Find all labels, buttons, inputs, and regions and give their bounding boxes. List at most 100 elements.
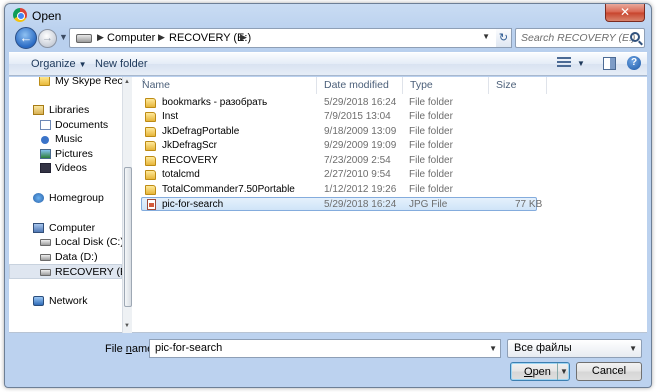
scroll-down-arrow[interactable]: ▼ xyxy=(124,323,130,329)
nav-label: Videos xyxy=(55,162,87,174)
nav-item-skype-received[interactable]: My Skype Receiv xyxy=(9,77,122,89)
folder-icon xyxy=(39,77,50,86)
nav-label: Pictures xyxy=(55,148,93,160)
forward-button[interactable]: → xyxy=(38,29,57,48)
organize-button[interactable]: Organize ▼ xyxy=(31,58,87,70)
navigation-bar: ← → ▼ ▶ Computer ▶ RECOVERY (E:) ▶ ▼ ↻ S… xyxy=(13,27,645,49)
column-header-date[interactable]: Date modified xyxy=(319,77,403,94)
chevron-down-icon[interactable]: ▼ xyxy=(629,344,637,353)
cancel-button[interactable]: Cancel xyxy=(576,362,642,381)
file-date: 2/27/2010 9:54 xyxy=(324,169,391,180)
filetype-select[interactable]: Все файлы ▼ xyxy=(507,339,642,358)
title-bar: Open ✕ xyxy=(5,4,651,26)
nav-label: RECOVERY (E:) xyxy=(55,266,122,278)
scroll-thumb[interactable] xyxy=(124,167,132,307)
nav-item-videos[interactable]: Videos xyxy=(9,161,122,176)
drive-icon xyxy=(76,34,92,43)
chrome-icon xyxy=(13,8,27,22)
search-box[interactable]: Search RECOVERY (E:) xyxy=(515,28,645,48)
new-folder-button[interactable]: New folder xyxy=(95,58,148,70)
chevron-right-icon[interactable]: ▶ xyxy=(97,32,104,43)
open-label: Open xyxy=(524,366,551,378)
file-row[interactable]: RECOVERY 7/23/2009 2:54 File folder xyxy=(141,154,537,168)
filename-input[interactable]: pic-for-search xyxy=(155,342,222,354)
folder-icon xyxy=(145,112,156,122)
column-label: Type xyxy=(410,79,433,91)
back-button[interactable]: ← xyxy=(15,27,37,49)
views-dropdown[interactable]: ▼ xyxy=(577,59,585,68)
nav-item-libraries[interactable]: Libraries xyxy=(9,103,122,118)
folder-icon xyxy=(145,98,156,108)
nav-label: Data (D:) xyxy=(55,251,98,263)
file-row[interactable]: JkDefragScr 9/29/2009 19:09 File folder xyxy=(141,139,537,153)
preview-pane-icon[interactable] xyxy=(603,57,616,70)
open-split-dropdown[interactable]: ▼ xyxy=(557,363,570,380)
column-header-size[interactable]: Size xyxy=(491,77,547,94)
breadcrumb-recovery[interactable]: RECOVERY (E:) xyxy=(169,32,251,44)
window-title: Open xyxy=(32,9,62,23)
file-type: JPG File xyxy=(409,199,448,210)
nav-label: Network xyxy=(49,295,88,307)
nav-item-recovery-e[interactable]: RECOVERY (E:) xyxy=(9,264,122,279)
folder-icon xyxy=(145,156,156,166)
file-name: JkDefragPortable xyxy=(162,126,240,137)
nav-label: Music xyxy=(55,133,83,145)
nav-scrollbar[interactable]: ▲ ▼ xyxy=(122,77,132,333)
views-icon[interactable] xyxy=(557,57,571,69)
search-icon[interactable] xyxy=(630,32,640,42)
file-date: 9/18/2009 13:09 xyxy=(324,126,397,137)
nav-item-local-disk-c[interactable]: Local Disk (C:) xyxy=(9,235,122,250)
pictures-icon xyxy=(40,149,51,159)
refresh-button[interactable]: ↻ xyxy=(496,28,512,48)
disk-icon xyxy=(40,254,51,261)
network-icon xyxy=(33,296,44,306)
file-row[interactable]: bookmarks - разобрать 5/29/2018 16:24 Fi… xyxy=(141,96,537,110)
homegroup-icon xyxy=(33,193,44,203)
filename-combobox[interactable]: pic-for-search ▼ xyxy=(149,339,501,358)
file-row[interactable]: totalcmd 2/27/2010 9:54 File folder xyxy=(141,168,537,182)
recent-pages-dropdown[interactable]: ▼ xyxy=(59,32,68,42)
file-row[interactable]: TotalCommander7.50Portable 1/12/2012 19:… xyxy=(141,183,537,197)
nav-item-network[interactable]: Network xyxy=(9,294,122,309)
breadcrumb-computer[interactable]: Computer xyxy=(107,32,155,44)
nav-item-computer[interactable]: Computer xyxy=(9,221,122,236)
open-button[interactable]: Open ▼ xyxy=(510,362,570,381)
column-header-name[interactable]: Name ^ xyxy=(137,77,317,94)
file-row[interactable]: Inst 7/9/2015 13:04 File folder xyxy=(141,110,537,124)
nav-item-music[interactable]: Music xyxy=(9,132,122,147)
address-bar[interactable]: ▶ Computer ▶ RECOVERY (E:) ▶ ▼ xyxy=(69,28,509,48)
chevron-right-icon[interactable]: ▶ xyxy=(240,32,247,43)
help-icon[interactable]: ? xyxy=(627,56,641,70)
nav-item-pictures[interactable]: Pictures xyxy=(9,147,122,162)
file-date: 7/9/2015 13:04 xyxy=(324,111,391,122)
file-date: 5/29/2018 16:24 xyxy=(324,199,397,210)
file-date: 5/29/2018 16:24 xyxy=(324,97,397,108)
file-type: File folder xyxy=(409,169,453,180)
open-label-text: pen xyxy=(532,366,551,378)
file-date: 9/29/2009 19:09 xyxy=(324,140,397,151)
folder-icon xyxy=(145,141,156,151)
documents-icon xyxy=(40,120,51,130)
file-date: 7/23/2009 2:54 xyxy=(324,155,391,166)
file-name: TotalCommander7.50Portable xyxy=(162,184,295,195)
close-button[interactable]: ✕ xyxy=(605,4,645,22)
chevron-right-icon[interactable]: ▶ xyxy=(158,32,165,43)
browser-area: My Skype Receiv Libraries Documents Musi… xyxy=(9,77,647,333)
nav-item-data-d[interactable]: Data (D:) xyxy=(9,250,122,265)
scroll-up-arrow[interactable]: ▲ xyxy=(124,79,130,85)
file-row-selected[interactable]: pic-for-search 5/29/2018 16:24 JPG File … xyxy=(141,197,542,211)
address-dropdown[interactable]: ▼ xyxy=(482,32,490,41)
search-input[interactable]: Search RECOVERY (E:) xyxy=(521,32,635,44)
chevron-down-icon[interactable]: ▼ xyxy=(489,344,497,353)
column-label: Date modified xyxy=(324,79,389,91)
dialog-footer: File name: pic-for-search ▼ Все файлы ▼ … xyxy=(9,334,647,384)
navigation-pane: My Skype Receiv Libraries Documents Musi… xyxy=(9,77,122,333)
nav-item-documents[interactable]: Documents xyxy=(9,118,122,133)
file-row[interactable]: JkDefragPortable 9/18/2009 13:09 File fo… xyxy=(141,125,537,139)
chevron-down-icon: ▼ xyxy=(78,60,87,69)
filetype-value: Все файлы xyxy=(514,342,572,354)
file-type: File folder xyxy=(409,126,453,137)
column-header-type[interactable]: Type xyxy=(405,77,489,94)
file-type: File folder xyxy=(409,111,453,122)
nav-item-homegroup[interactable]: Homegroup xyxy=(9,191,122,206)
